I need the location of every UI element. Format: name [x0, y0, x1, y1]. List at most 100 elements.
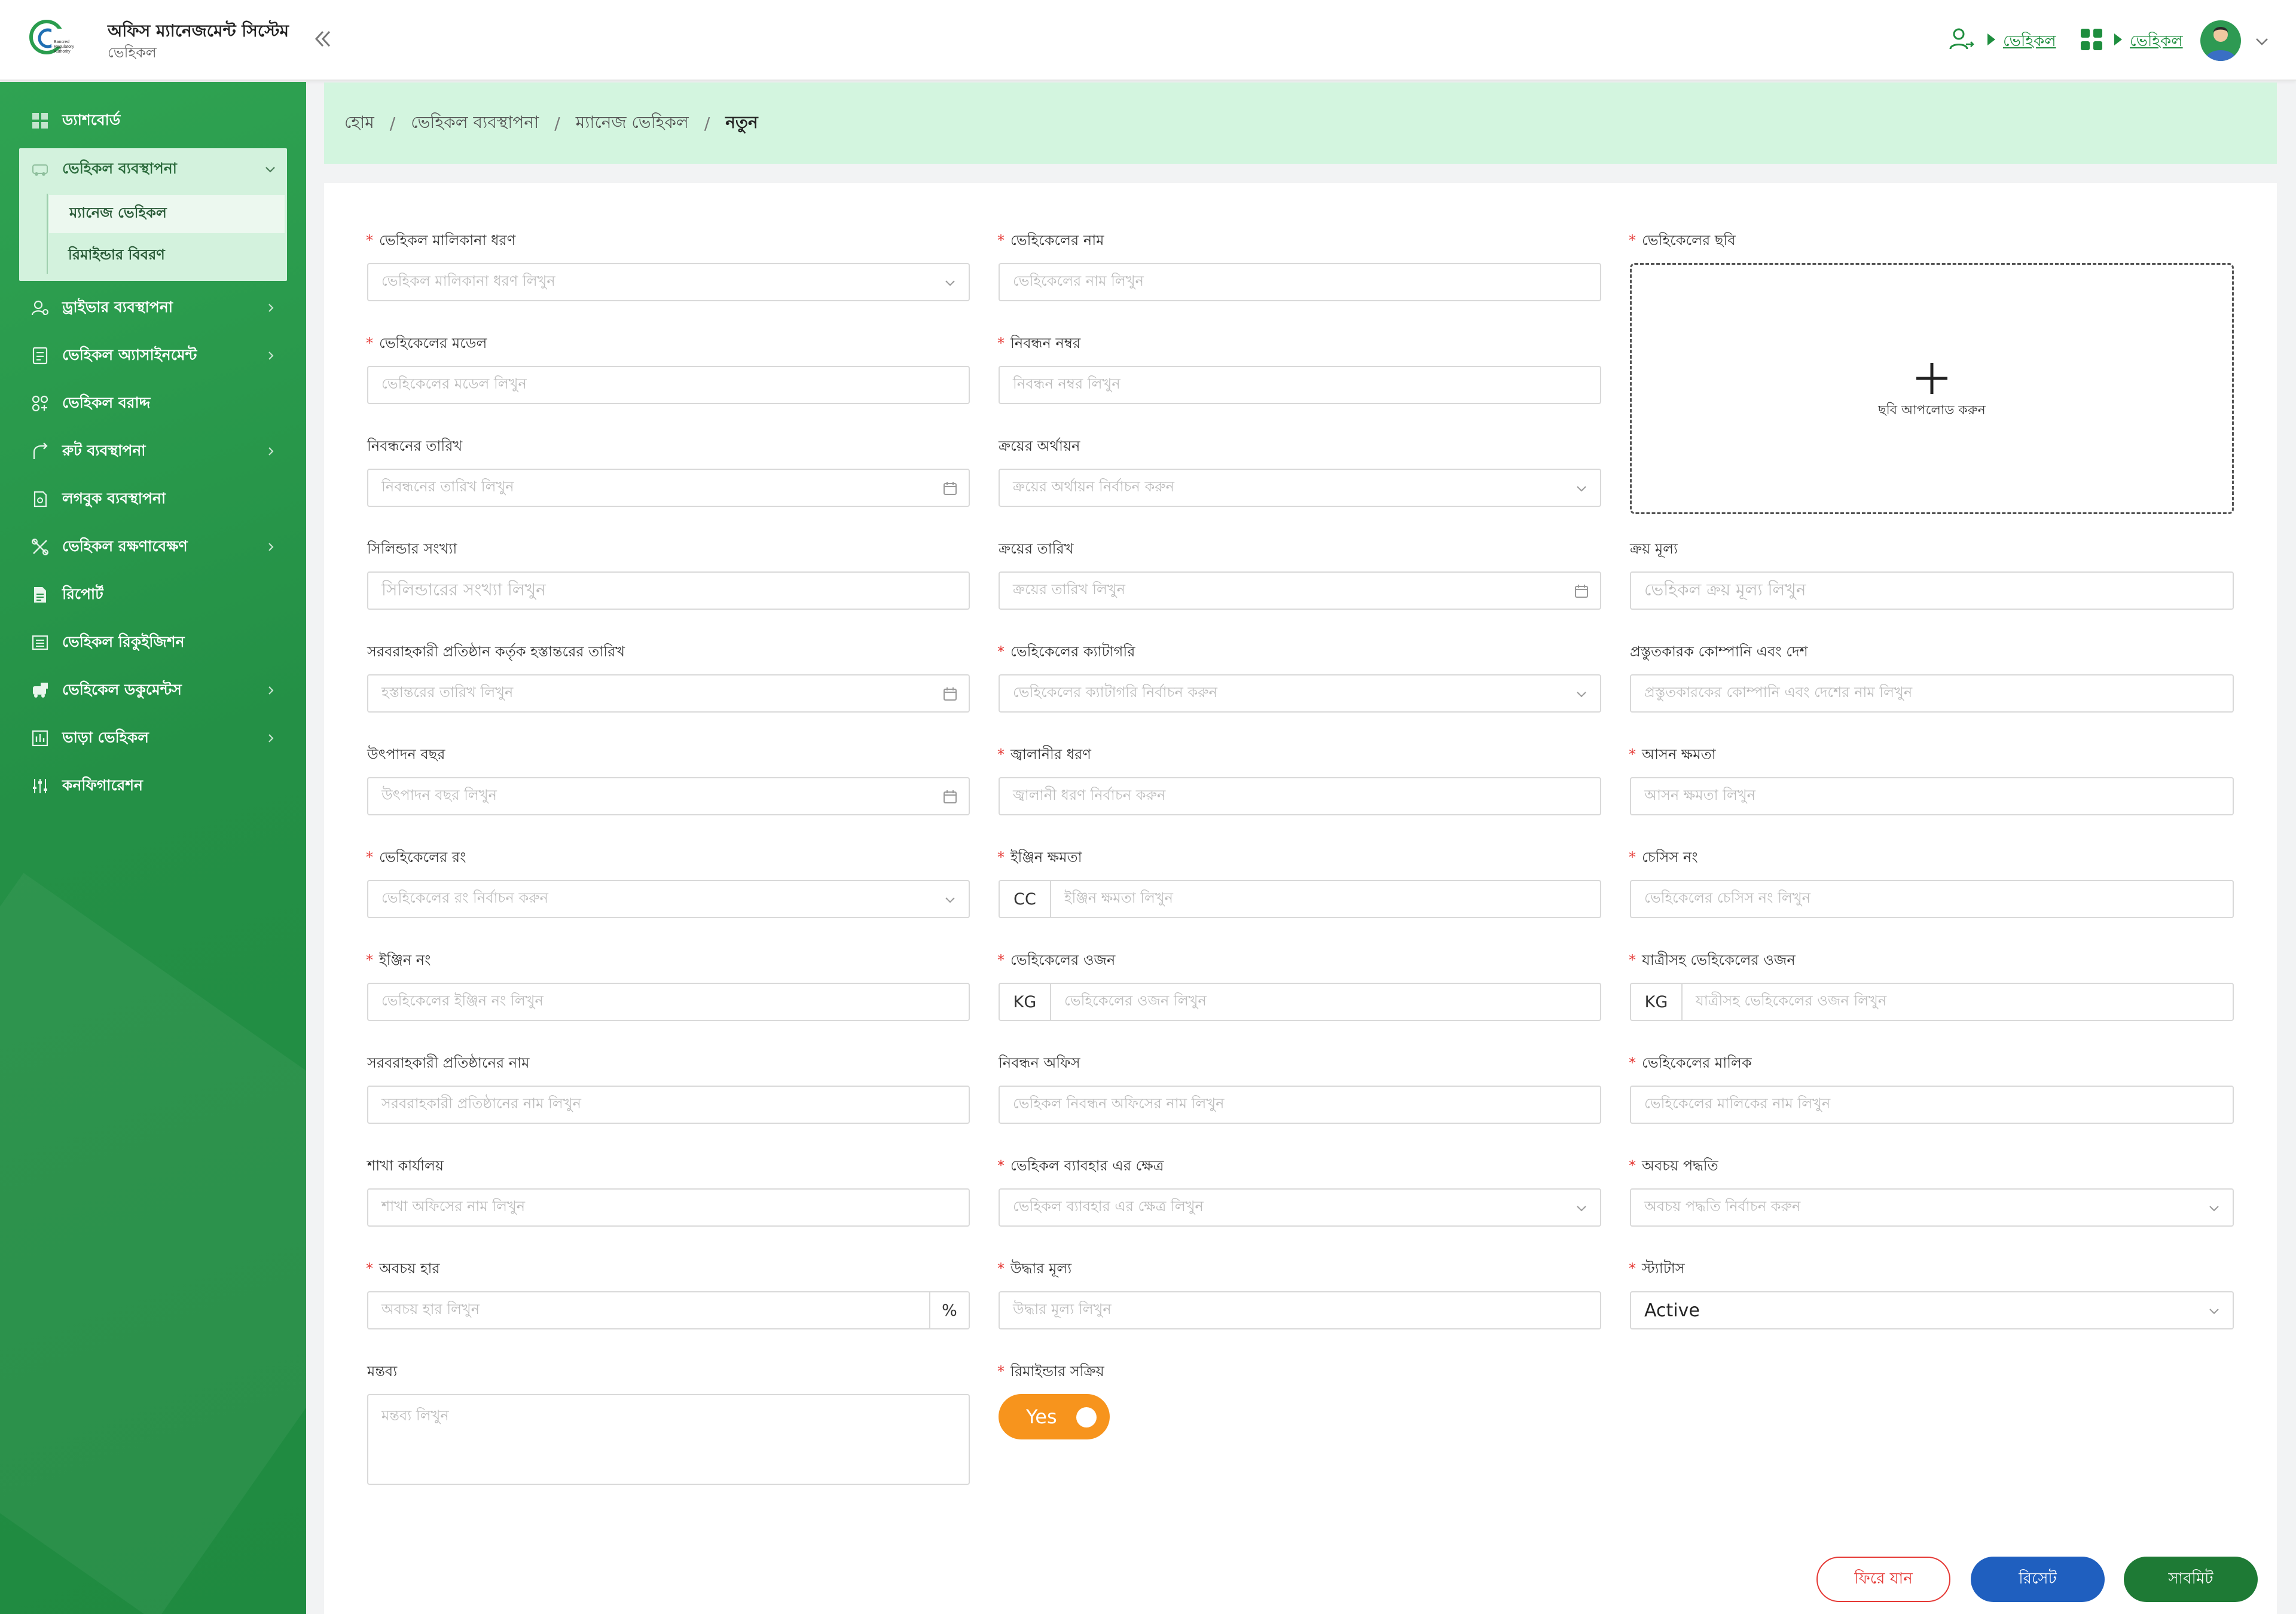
sidebar-item-rent-vehicle[interactable]: ভাড়া ভেহিকল: [0, 717, 306, 759]
production-year-input[interactable]: উৎপাদন বছর লিখুন: [367, 777, 970, 815]
calendar-icon[interactable]: [1574, 583, 1589, 599]
chevron-down-icon: [1577, 486, 1586, 492]
handover-date-input[interactable]: হস্তান্তরের তারিখ লিখুন: [367, 674, 970, 713]
registration-office-input[interactable]: ভেহিকল নিবন্ধন অফিসের নাম লিখুন: [999, 1086, 1601, 1124]
header-link-vehicle-1[interactable]: ভেহিকল: [2003, 29, 2056, 55]
sidebar-item-vehicle-maintenance[interactable]: ভেহিকল রক্ষণাবেক্ষণ: [0, 526, 306, 568]
documents-icon: [33, 683, 48, 698]
sidebar-subitem-manage-vehicle[interactable]: ম্যানেজ ভেহিকল: [49, 195, 285, 233]
cc-addon: CC: [1000, 881, 1051, 917]
sidebar-item-label: ড্রাইভার ব্যবস্থাপনা: [62, 298, 173, 316]
sidebar-item-configuration[interactable]: কনফিগারেশন: [0, 765, 306, 807]
requisition-icon: [32, 635, 48, 650]
rent-icon: [32, 730, 48, 747]
percent-addon: %: [929, 1292, 969, 1328]
upload-text: ছবি আপলোড করুন: [1878, 403, 1986, 418]
cylinder-count-input[interactable]: সিলিন্ডারের সংখ্যা লিখুন: [367, 571, 970, 610]
seat-capacity-input[interactable]: আসন ক্ষমতা লিখুন: [1630, 777, 2234, 815]
status-select[interactable]: Active: [1630, 1291, 2234, 1329]
salvage-value-input[interactable]: উদ্ধার মূল্য লিখুন: [999, 1291, 1601, 1329]
sidebar-item-vehicle-documents[interactable]: ভেহিকেল ডকুমেন্টস: [0, 670, 306, 711]
sidebar-item-driver-management[interactable]: ড্রাইভার ব্যবস্থাপনা: [0, 287, 306, 329]
reset-button[interactable]: রিসেট: [1971, 1557, 2105, 1602]
sidebar-item-vehicle-allocation[interactable]: ভেহিকল বরাদ্দ: [0, 383, 306, 424]
submit-button[interactable]: সাবমিট: [2124, 1557, 2258, 1602]
depreciation-method-select[interactable]: অবচয় পদ্ধতি নির্বাচন করুন: [1630, 1188, 2234, 1227]
sidebar-item-report[interactable]: রিপোর্ট: [0, 574, 306, 616]
sidebar-item-label: ভেহিকল বরাদ্দ: [62, 393, 151, 411]
remarks-textarea[interactable]: মন্তব্য লিখুন: [367, 1394, 970, 1485]
sidebar-item-route-management[interactable]: রুট ব্যবস্থাপনা: [0, 430, 306, 472]
reminder-toggle[interactable]: Yes: [999, 1394, 1110, 1439]
breadcrumb-manage-vehicle[interactable]: ম্যানেজ ভেহিকল: [576, 109, 689, 137]
maintenance-icon: [32, 539, 48, 555]
user-switch-icon[interactable]: [1948, 26, 1974, 53]
ownership-type-select[interactable]: ভেহিকল মালিকানা ধরণ লিখুন: [367, 263, 970, 301]
vehicle-color-select[interactable]: ভেহিকেলের রং নির্বাচন করুন: [367, 880, 970, 918]
kg-addon: KG: [1631, 984, 1683, 1020]
depreciation-rate-input[interactable]: অবচয় হার লিখুন%: [367, 1291, 970, 1329]
chevron-right-icon: [268, 686, 274, 695]
vehicle-color-label: * ভেহিকেলের রং: [366, 849, 466, 866]
branch-office-input[interactable]: শাখা অফিসের নাম লিখুন: [367, 1188, 970, 1227]
driver-icon: [31, 300, 48, 316]
assignment-icon: [32, 347, 48, 365]
vehicle-category-label: * ভেহিকেলের ক্যাটাগরি: [997, 643, 1135, 660]
weight-with-passenger-input[interactable]: KG যাত্রীসহ ভেহিকেলের ওজন লিখুন: [1630, 983, 2234, 1021]
usage-area-label: * ভেহিকল ব্যাবহার এর ক্ষেত্র: [997, 1157, 1164, 1174]
registration-office-label: নিবন্ধন অফিস: [999, 1054, 1080, 1071]
logbook-icon: [33, 491, 47, 508]
sidebar-item-vehicle-assignment[interactable]: ভেহিকল অ্যাসাইনমেন্ট: [0, 335, 306, 377]
engine-capacity-input[interactable]: CC ইঞ্জিন ক্ষমতা লিখুন: [999, 880, 1601, 918]
vehicle-image-label: * ভেহিকেলের ছবি: [1629, 232, 1736, 249]
breadcrumb-separator: /: [389, 113, 396, 133]
breadcrumb-home[interactable]: হোম: [344, 109, 374, 137]
vehicle-model-input[interactable]: ভেহিকেলের মডেল লিখুন: [367, 366, 970, 404]
sidebar-item-dashboard[interactable]: ড্যাশবোর্ড: [0, 100, 306, 142]
registration-date-input[interactable]: নিবন্ধনের তারিখ লিখুন: [367, 469, 970, 507]
purchase-price-input[interactable]: ভেহিকল ক্রয় মূল্য লিখুন: [1630, 571, 2234, 610]
logo-icon: Bancred Regulatory Authority: [29, 20, 74, 54]
purchase-funding-select[interactable]: ক্রয়ের অর্থায়ন নির্বাচন করুন: [999, 469, 1601, 507]
vehicle-category-select[interactable]: ভেহিকেলের ক্যাটাগরি নির্বাচন করুন: [999, 674, 1601, 713]
manufacturer-input[interactable]: প্রস্তুতকারকের কোম্পানি এবং দেশের নাম লি…: [1630, 674, 2234, 713]
toggle-label: Yes: [1026, 1405, 1057, 1428]
sidebar-item-label: রিপোর্ট: [62, 585, 103, 603]
fuel-type-select[interactable]: জ্বালানী ধরণ নির্বাচন করুন: [999, 777, 1601, 815]
plus-icon: [1916, 363, 1947, 394]
breadcrumb-current: নতুন: [725, 112, 758, 132]
image-upload-area[interactable]: ছবি আপলোড করুন: [1630, 263, 2234, 514]
vehicle-weight-input[interactable]: KG ভেহিকেলের ওজন লিখুন: [999, 983, 1601, 1021]
remarks-label: মন্তব্য: [367, 1363, 398, 1380]
collapse-sidebar-icon[interactable]: [311, 27, 335, 51]
vehicle-name-input[interactable]: ভেহিকেলের নাম লিখুন: [999, 263, 1601, 301]
supplier-name-input[interactable]: সরবরাহকারী প্রতিষ্ঠানের নাম লিখুন: [367, 1086, 970, 1124]
sidebar-item-vehicle-management[interactable]: ভেহিকল ব্যবস্থাপনা: [19, 148, 287, 190]
chassis-no-input[interactable]: ভেহিকেলের চেসিস নং লিখুন: [1630, 880, 2234, 918]
engine-no-input[interactable]: ভেহিকেলের ইঞ্জিন নং লিখুন: [367, 983, 970, 1021]
breadcrumb-vehicle-management[interactable]: ভেহিকল ব্যবস্থাপনা: [411, 109, 539, 137]
avatar[interactable]: [2200, 20, 2241, 61]
usage-area-select[interactable]: ভেহিকল ব্যাবহার এর ক্ষেত্র লিখুন: [999, 1188, 1601, 1227]
sidebar-item-logbook-management[interactable]: লগবুক ব্যবস্থাপনা: [0, 478, 306, 520]
chevron-right-icon: [268, 304, 274, 312]
reminder-active-label: * রিমাইন্ডার সক্রিয়: [997, 1363, 1104, 1380]
allocation-icon: [32, 395, 48, 412]
header-link-vehicle-2[interactable]: ভেহিকল: [2130, 29, 2183, 55]
sidebar-item-label: রুট ব্যবস্থাপনা: [62, 441, 146, 459]
apps-grid-icon[interactable]: [2078, 26, 2105, 53]
calendar-icon[interactable]: [942, 789, 958, 805]
registration-number-input[interactable]: নিবন্ধন নম্বর লিখুন: [999, 366, 1601, 404]
chevron-down-icon[interactable]: [2254, 33, 2270, 49]
sidebar-item-label: ভেহিকল রিকুইজিশন: [62, 632, 185, 650]
calendar-icon[interactable]: [942, 481, 958, 496]
sidebar-item-vehicle-requisition[interactable]: ভেহিকল রিকুইজিশন: [0, 622, 306, 664]
toggle-knob: [1076, 1407, 1097, 1427]
vehicle-owner-input[interactable]: ভেহিকেলের মালিকের নাম লিখুন: [1630, 1086, 2234, 1124]
vehicle-icon: [32, 164, 48, 176]
handover-date-label: সরবরাহকারী প্রতিষ্ঠান কর্তৃক হস্তান্তরের…: [367, 643, 625, 660]
purchase-date-input[interactable]: ক্রয়ের তারিখ লিখুন: [999, 571, 1601, 610]
sidebar-subitem-reminder-details[interactable]: রিমাইন্ডার বিবরণ: [48, 237, 287, 275]
back-button[interactable]: ফিরে যান: [1816, 1557, 1950, 1602]
calendar-icon[interactable]: [942, 686, 958, 702]
